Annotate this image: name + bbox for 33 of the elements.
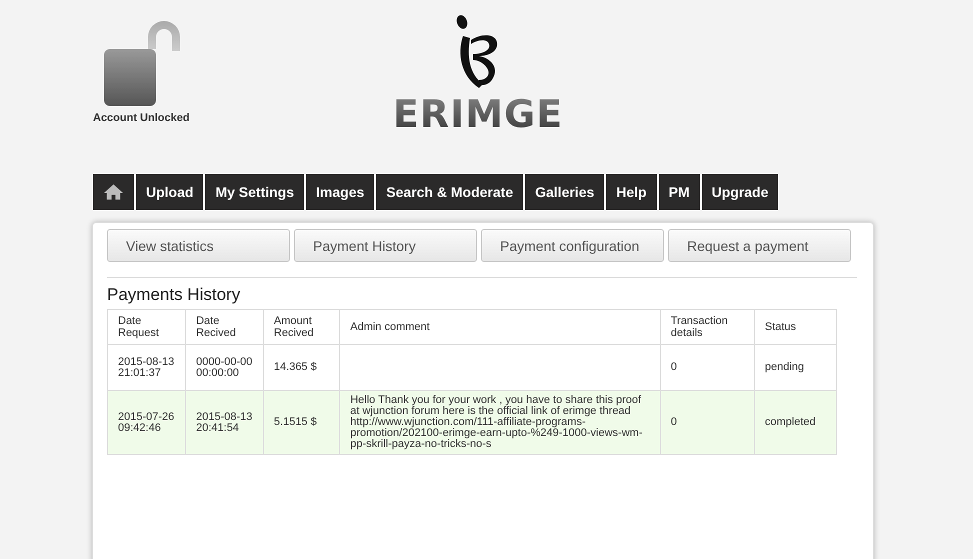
nav-menu-item[interactable]: Images [306,174,374,210]
table-cell: 0 [670,416,677,428]
nav-menu-item[interactable]: Upgrade [702,174,778,210]
table-cell: 2015-08-13 21:01:37 [118,356,174,378]
nav-menu-item[interactable]: PM [658,174,700,210]
section-tab-button[interactable]: View statistics [107,229,290,262]
table-cell: pending [764,361,804,373]
table-cell: Hello Thank you for your work , you have to share this proof at wjunction forum here is the official link of erimge thread http://www.wjunction.com/111-affiliate-programs-promotion/202100-erimge-earn-upto-%249-1000-views-wm-pp-skrill-payza-no-tricks-no-s [350,394,642,450]
column-header: Date Request [108,310,186,344]
table-cell: completed [764,416,816,428]
column-header: Date Recived [186,310,264,344]
column-header: Admin comment [340,310,660,344]
column-header: Status [754,310,836,344]
nav-menu-item[interactable]: My Settings [205,174,304,210]
table-cell: 0 [670,361,677,373]
account-status-label: Account Unlocked [93,112,190,124]
nav-menu-item[interactable]: Galleries [525,174,604,210]
nav-menu-item[interactable]: Search & Moderate [376,174,524,210]
table-cell: 5.1515 $ [274,416,317,428]
section-title: Payments History [107,285,242,305]
column-header: Amount Recived [263,310,340,344]
nav-menu-item[interactable]: Help [606,174,657,210]
column-header: Transaction details [660,310,754,344]
table-cell: 2015-07-26 09:42:46 [118,410,174,434]
home-button[interactable] [93,174,134,210]
table-cell: 14.365 $ [274,361,317,373]
section-tab-button[interactable]: Payment History [294,229,477,262]
nav-menu-item[interactable]: Upload [136,174,204,210]
section-tab-button[interactable]: Payment configuration [481,229,664,262]
section-tab-button[interactable]: Request a payment [668,229,851,262]
table-cell: 0000-00-00 00:00:00 [196,356,252,378]
house-icon [103,183,124,201]
table-cell: 2015-08-13 20:41:54 [196,410,252,434]
